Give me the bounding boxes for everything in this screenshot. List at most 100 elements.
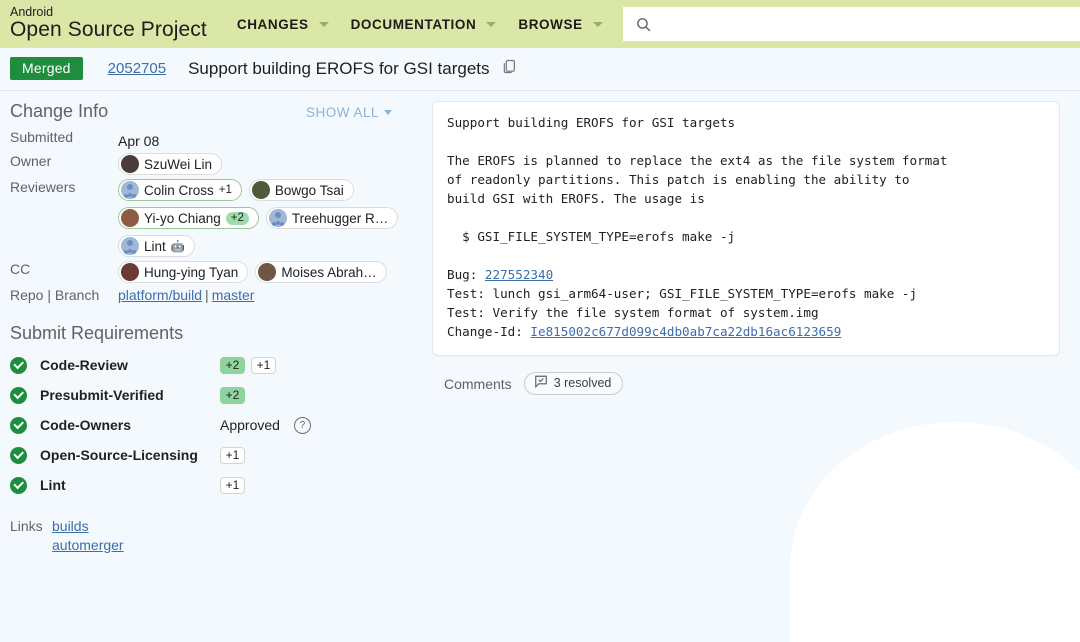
help-icon[interactable]: ? [293,416,311,434]
check-circle-icon [10,386,40,404]
show-all-button[interactable]: SHOW ALL [306,105,392,120]
link-builds[interactable]: builds [52,518,124,534]
nav-item-changes[interactable]: CHANGES [221,17,335,32]
cc-name: Hung-ying Tyan [144,264,239,280]
cc-chip[interactable]: Hung-ying Tyan [118,261,249,283]
submit-requirements-title: Submit Requirements [10,323,184,343]
submitted-date: Apr 08 [118,133,160,149]
avatar [268,209,287,227]
reviewer-name: Bowgo Tsai [274,182,344,198]
reviewer-name: Colin Cross [144,182,214,198]
vote-chip: +2 [220,386,245,404]
top-navigation-bar: Android Open Source Project CHANGES DOCU… [0,0,1080,48]
cc-chips: Hung-ying Tyan Moises Abrah… [118,261,420,283]
change-id-link[interactable]: Ie815002c677d099c4db0ab7ca22db16ac612365… [530,324,841,339]
cc-chip[interactable]: Moises Abrah… [255,261,387,283]
commit-body: The EROFS is planned to replace the ext4… [447,153,948,206]
resolved-comments-button[interactable]: 3 resolved [523,372,624,395]
check-circle-icon [10,356,40,374]
avatar [121,263,139,281]
requirement-values: +2 [220,386,245,404]
nav-item-changes-label: CHANGES [236,16,309,32]
check-circle-icon [10,446,40,464]
requirement-name: Code-Owners [40,417,132,433]
requirement-name: Code-Review [40,357,128,373]
check-circle-icon [10,476,40,494]
search-icon [635,16,652,33]
submit-requirement-row[interactable]: Lint +1 [10,470,420,500]
brand-logo[interactable]: Android Open Source Project [10,4,207,42]
nav-item-documentation[interactable]: DOCUMENTATION [335,17,503,32]
chevron-down-icon [318,21,329,27]
reviewer-chip[interactable]: Bowgo Tsai [248,179,354,201]
requirement-name: Open-Source-Licensing [40,447,198,463]
value-reviewers: Colin Cross +1 Bowgo Tsai Yi-yo Chiang +… [118,177,420,259]
requirement-name: Presubmit-Verified [40,387,164,403]
reviewer-chip[interactable]: Colin Cross +1 [118,179,242,201]
chevron-down-icon [486,21,497,27]
commit-message-card: Support building EROFS for GSI targets T… [432,101,1060,356]
comments-row: Comments 3 resolved [432,372,1060,395]
row-owner: Owner SzuWei Lin [10,151,420,177]
value-repo-branch: platform/build | master [118,285,420,305]
nav-item-browse[interactable]: BROWSE [502,17,608,32]
bug-link[interactable]: 227552340 [485,267,553,282]
reviewer-chip[interactable]: Treehugger R… [265,207,399,229]
avatar [251,181,270,199]
requirement-values: Approved ? [220,416,311,434]
row-repo-branch: Repo | Branch platform/build | master [10,285,420,305]
links-list: builds automerger [52,518,124,556]
avatar [258,263,277,281]
value-submitted: Apr 08 [118,127,420,151]
bug-label: Bug: [447,267,485,282]
change-number-link[interactable]: 2052705 [108,60,166,77]
owner-chip[interactable]: SzuWei Lin [118,153,223,175]
nav-items: CHANGES DOCUMENTATION BROWSE [221,17,609,32]
repo-link[interactable]: platform/build [118,287,202,303]
chevron-down-icon [384,110,392,115]
robot-icon: 🤖 [170,241,186,253]
label-cc: CC [10,261,31,277]
label-repo-branch: Repo | Branch [10,287,100,303]
change-info-table: Submitted Apr 08 Owner SzuWei Lin Review… [10,127,420,305]
change-info-header: Change Info SHOW ALL [10,101,420,122]
nav-item-browse-label: BROWSE [518,16,583,32]
check-circle-icon [10,416,40,434]
links-label: Links [10,518,43,534]
change-id-label: Change-Id: [447,324,531,339]
owner-chips: SzuWei Lin [118,153,420,175]
copy-icon[interactable] [501,58,517,80]
submit-requirement-row[interactable]: Code-Owners Approved ? [10,410,420,440]
nav-item-documentation-label: DOCUMENTATION [350,16,477,32]
reviewer-name: Treehugger R… [291,210,389,226]
search-box[interactable] [622,7,1080,41]
avatar [121,181,139,199]
vote-chip: +1 [220,476,245,494]
test-line-1: Test: lunch gsi_arm64-user; GSI_FILE_SYS… [447,286,918,301]
brand-line-2: Open Source Project [10,18,207,42]
submit-requirement-row[interactable]: Presubmit-Verified +2 [10,380,420,410]
submit-requirement-row[interactable]: Code-Review +2 +1 [10,350,420,380]
brand-line-1: Android [10,4,54,19]
reviewer-chip[interactable]: Yi-yo Chiang +2 [118,207,259,229]
change-info-title: Change Info [10,101,109,121]
vote-chip: +1 [251,356,276,374]
left-column: Change Info SHOW ALL Submitted Apr 08 Ow… [0,101,420,556]
row-reviewers: Reviewers Colin Cross +1 Bowgo Tsai Yi-y… [10,177,420,259]
cc-name: Moises Abrah… [281,264,377,280]
row-submitted: Submitted Apr 08 [10,127,420,151]
commit-subject: Support building EROFS for GSI targets [447,115,736,130]
avatar [121,237,139,255]
requirement-values: +1 [220,476,245,494]
avatar [121,155,139,173]
requirement-name: Lint [40,477,66,493]
link-automerger[interactable]: automerger [52,537,124,553]
reviewer-vote: +1 [218,184,232,196]
submit-requirement-row[interactable]: Open-Source-Licensing +1 [10,440,420,470]
comment-icon [534,375,548,391]
resolved-comments-text: 3 resolved [553,376,612,390]
branch-link[interactable]: master [212,287,255,303]
label-owner: Owner [10,153,52,169]
reviewer-chip[interactable]: Lint 🤖 [118,235,196,257]
repo-branch-separator: | [205,287,209,303]
